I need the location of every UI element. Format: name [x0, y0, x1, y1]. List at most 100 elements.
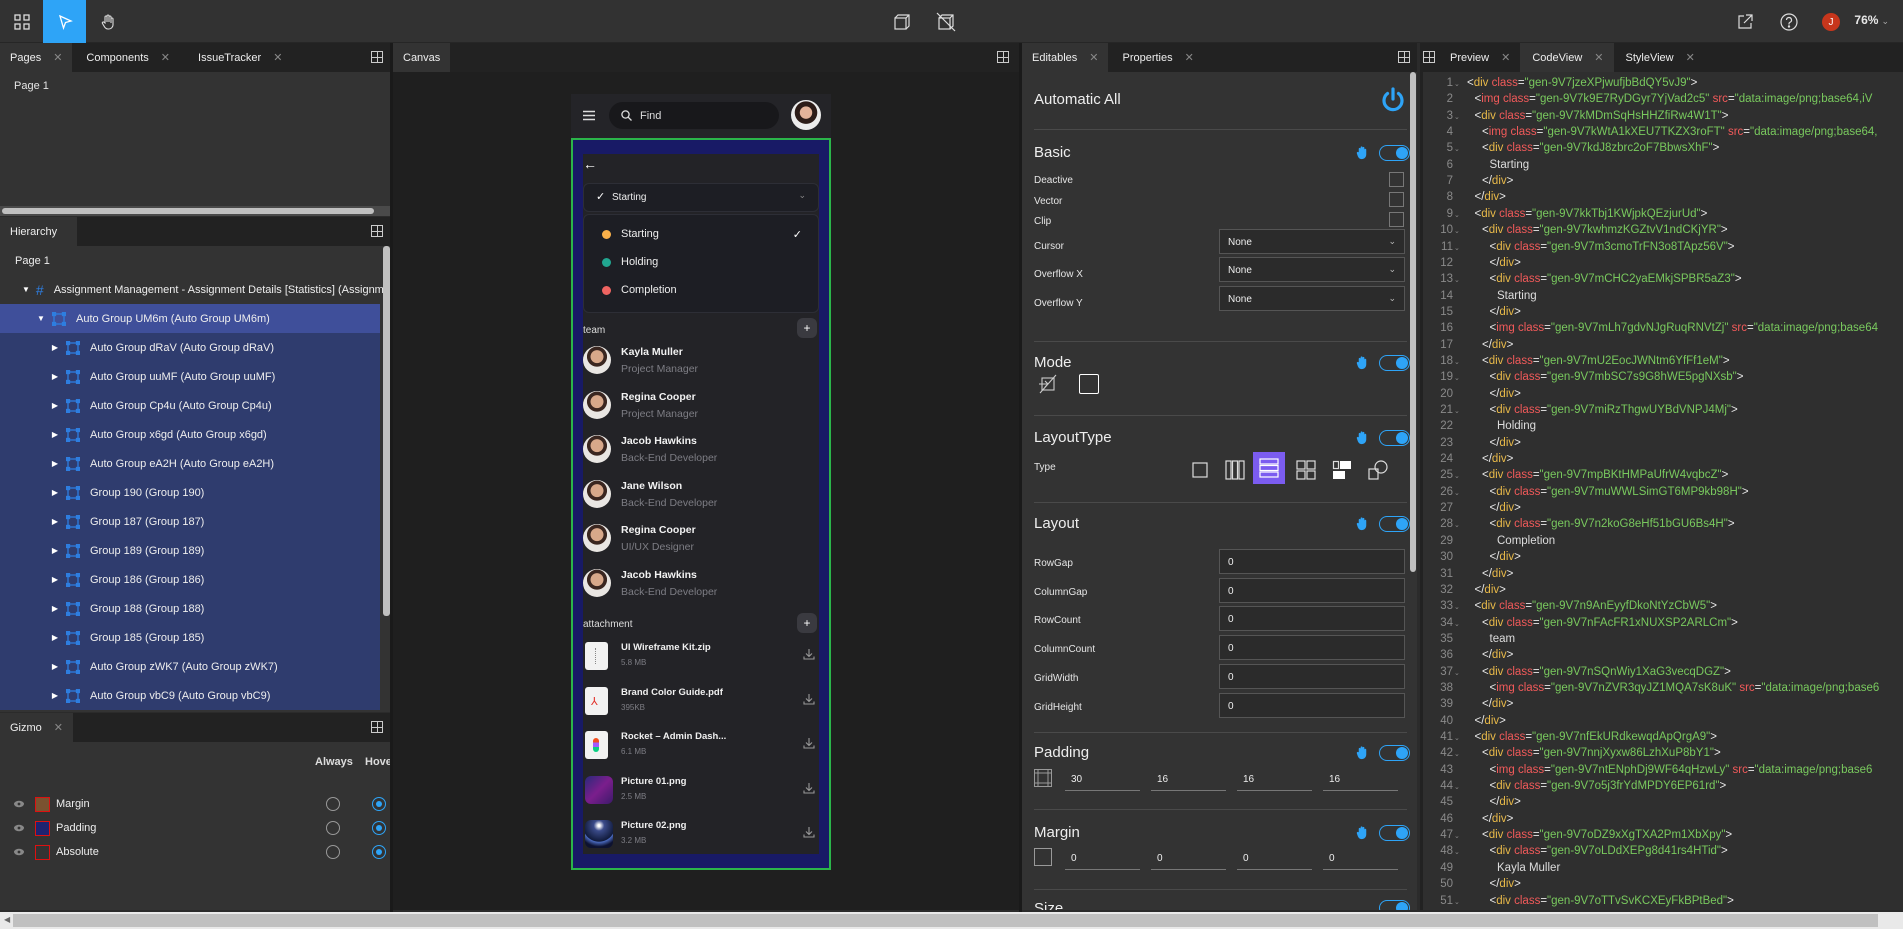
- layout-rows-button[interactable]: [1253, 452, 1285, 484]
- caret-right-icon[interactable]: ▶: [50, 430, 60, 439]
- margin-input-right[interactable]: 0: [1151, 848, 1226, 870]
- code-editor[interactable]: 1 ⌄ <div class="gen-9V7jzeXPjwufjbBdQY5vJ9…: [1420, 72, 1903, 910]
- panel-layout-icon[interactable]: [997, 51, 1009, 63]
- mode-free-icon[interactable]: [1038, 374, 1058, 394]
- basic-enable-toggle[interactable]: [1379, 145, 1410, 161]
- grid-menu-button[interactable]: [0, 0, 43, 43]
- download-icon[interactable]: [803, 648, 815, 660]
- layout-field-input[interactable]: 0: [1219, 549, 1405, 574]
- close-icon[interactable]: ✕: [161, 51, 170, 64]
- caret-down-icon[interactable]: ▼: [22, 285, 30, 294]
- back-arrow-icon[interactable]: ←: [583, 156, 597, 172]
- caret-right-icon[interactable]: ▶: [50, 488, 60, 497]
- hover-radio[interactable]: [372, 845, 386, 859]
- attachment-item[interactable]: Picture 02.png 3.2 MB: [583, 818, 819, 858]
- mode-enable-toggle[interactable]: [1379, 355, 1410, 371]
- caret-right-icon[interactable]: ▶: [50, 604, 60, 613]
- margin-box-icon[interactable]: [1034, 848, 1052, 866]
- download-icon[interactable]: [803, 826, 815, 838]
- hand-grab-icon[interactable]: [1355, 145, 1370, 160]
- margin-input-top[interactable]: 0: [1065, 848, 1140, 870]
- scrollbar-thumb[interactable]: [13, 914, 1878, 927]
- attachment-item[interactable]: UI Wireframe Kit.zip 5.8 MB: [583, 640, 819, 680]
- always-radio[interactable]: [326, 797, 340, 811]
- hover-radio[interactable]: [372, 797, 386, 811]
- power-toggle-icon[interactable]: [1379, 86, 1407, 114]
- padding-input-bottom[interactable]: 16: [1237, 769, 1312, 791]
- layout-field-input[interactable]: 0: [1219, 692, 1405, 718]
- close-icon[interactable]: ✕: [273, 51, 282, 64]
- tree-item[interactable]: ▶ Group 188 (Group 188): [0, 594, 380, 623]
- caret-right-icon[interactable]: ▶: [50, 633, 60, 642]
- select-tool-button[interactable]: [43, 0, 86, 43]
- hamburger-menu-icon[interactable]: [583, 110, 595, 121]
- caret-right-icon[interactable]: ▶: [50, 691, 60, 700]
- caret-right-icon[interactable]: ▶: [50, 401, 60, 410]
- layout-enable-toggle[interactable]: [1379, 516, 1410, 532]
- layout-absolute-button[interactable]: [1362, 454, 1394, 486]
- download-icon[interactable]: [803, 737, 815, 749]
- deactive-checkbox[interactable]: [1389, 172, 1404, 187]
- hand-grab-icon[interactable]: [1355, 745, 1370, 760]
- eye-icon[interactable]: [14, 823, 24, 833]
- color-swatch[interactable]: [35, 796, 50, 812]
- caret-right-icon[interactable]: ▶: [50, 372, 60, 381]
- size-enable-toggle[interactable]: [1379, 900, 1410, 910]
- hover-radio[interactable]: [372, 821, 386, 835]
- tree-item[interactable]: ▶ Auto Group x6gd (Auto Group x6gd): [0, 420, 380, 449]
- tree-item[interactable]: ▶ Group 190 (Group 190): [0, 478, 380, 507]
- tree-item[interactable]: ▶ Group 186 (Group 186): [0, 565, 380, 594]
- caret-right-icon[interactable]: ▶: [50, 546, 60, 555]
- caret-down-icon[interactable]: ▼: [36, 314, 46, 323]
- margin-input-bottom[interactable]: 0: [1237, 848, 1312, 870]
- 3d-view-off-button[interactable]: [924, 0, 967, 43]
- layout-field-input[interactable]: 0: [1219, 577, 1405, 603]
- status-option[interactable]: Holding: [602, 256, 802, 268]
- panel-layout-icon[interactable]: [371, 51, 383, 63]
- help-button[interactable]: [1767, 0, 1810, 43]
- scroll-left-icon[interactable]: ◀: [4, 915, 10, 924]
- padding-box-icon[interactable]: [1034, 769, 1052, 787]
- caret-right-icon[interactable]: ▶: [50, 459, 60, 468]
- always-radio[interactable]: [326, 821, 340, 835]
- layout-field-input[interactable]: 0: [1219, 606, 1405, 632]
- hierarchy-vertical-scrollbar[interactable]: [383, 246, 390, 616]
- close-icon[interactable]: ✕: [1594, 51, 1603, 64]
- layout-columns-button[interactable]: [1219, 454, 1251, 486]
- panel-layout-icon[interactable]: [371, 225, 383, 237]
- user-avatar[interactable]: J: [1822, 13, 1840, 31]
- tree-item[interactable]: ▶ Auto Group vbC9 (Auto Group vbC9): [0, 681, 380, 710]
- tab-pages[interactable]: Pages ✕: [0, 43, 73, 72]
- status-dropdown[interactable]: ✓ Starting ⌄: [583, 183, 819, 212]
- add-team-member-button[interactable]: +: [797, 318, 817, 338]
- tab-preview[interactable]: Preview ✕: [1440, 43, 1520, 72]
- close-icon[interactable]: ✕: [1089, 51, 1098, 64]
- tree-item[interactable]: ▼ # Assignment Management - Assignment Det…: [0, 275, 390, 304]
- team-member[interactable]: Jacob Hawkins Back-End Developer: [583, 567, 819, 607]
- overflow-x-select[interactable]: None ⌄: [1219, 257, 1405, 282]
- layout-field-input[interactable]: 0: [1219, 635, 1405, 661]
- padding-input-left[interactable]: 16: [1323, 769, 1398, 791]
- mobile-frame-preview[interactable]: Find ← ✓ Starting ⌄ Starting ✓ Holding Comp…: [571, 94, 831, 870]
- status-option[interactable]: Starting ✓: [602, 228, 802, 241]
- layout-masonry-button[interactable]: [1326, 454, 1358, 486]
- search-input[interactable]: Find: [609, 102, 779, 129]
- zoom-level-dropdown[interactable]: 76% ⌄: [1854, 13, 1889, 27]
- hand-grab-icon[interactable]: [1355, 430, 1370, 445]
- close-icon[interactable]: ✕: [1686, 51, 1695, 64]
- color-swatch[interactable]: [35, 844, 50, 860]
- team-member[interactable]: Jacob Hawkins Back-End Developer: [583, 433, 819, 473]
- close-icon[interactable]: ✕: [1501, 51, 1510, 64]
- hand-grab-icon[interactable]: [1355, 355, 1370, 370]
- tab-codeview[interactable]: CodeView ✕: [1520, 43, 1614, 72]
- vector-checkbox[interactable]: [1389, 192, 1404, 207]
- panel-layout-icon[interactable]: [371, 721, 383, 733]
- add-attachment-button[interactable]: +: [797, 613, 817, 633]
- padding-enable-toggle[interactable]: [1379, 745, 1410, 761]
- clip-checkbox[interactable]: [1389, 212, 1404, 227]
- padding-input-top[interactable]: 30: [1065, 769, 1140, 791]
- caret-right-icon[interactable]: ▶: [50, 575, 60, 584]
- tab-canvas[interactable]: Canvas: [393, 43, 451, 72]
- close-icon[interactable]: ✕: [53, 51, 62, 64]
- hand-grab-icon[interactable]: [1355, 516, 1370, 531]
